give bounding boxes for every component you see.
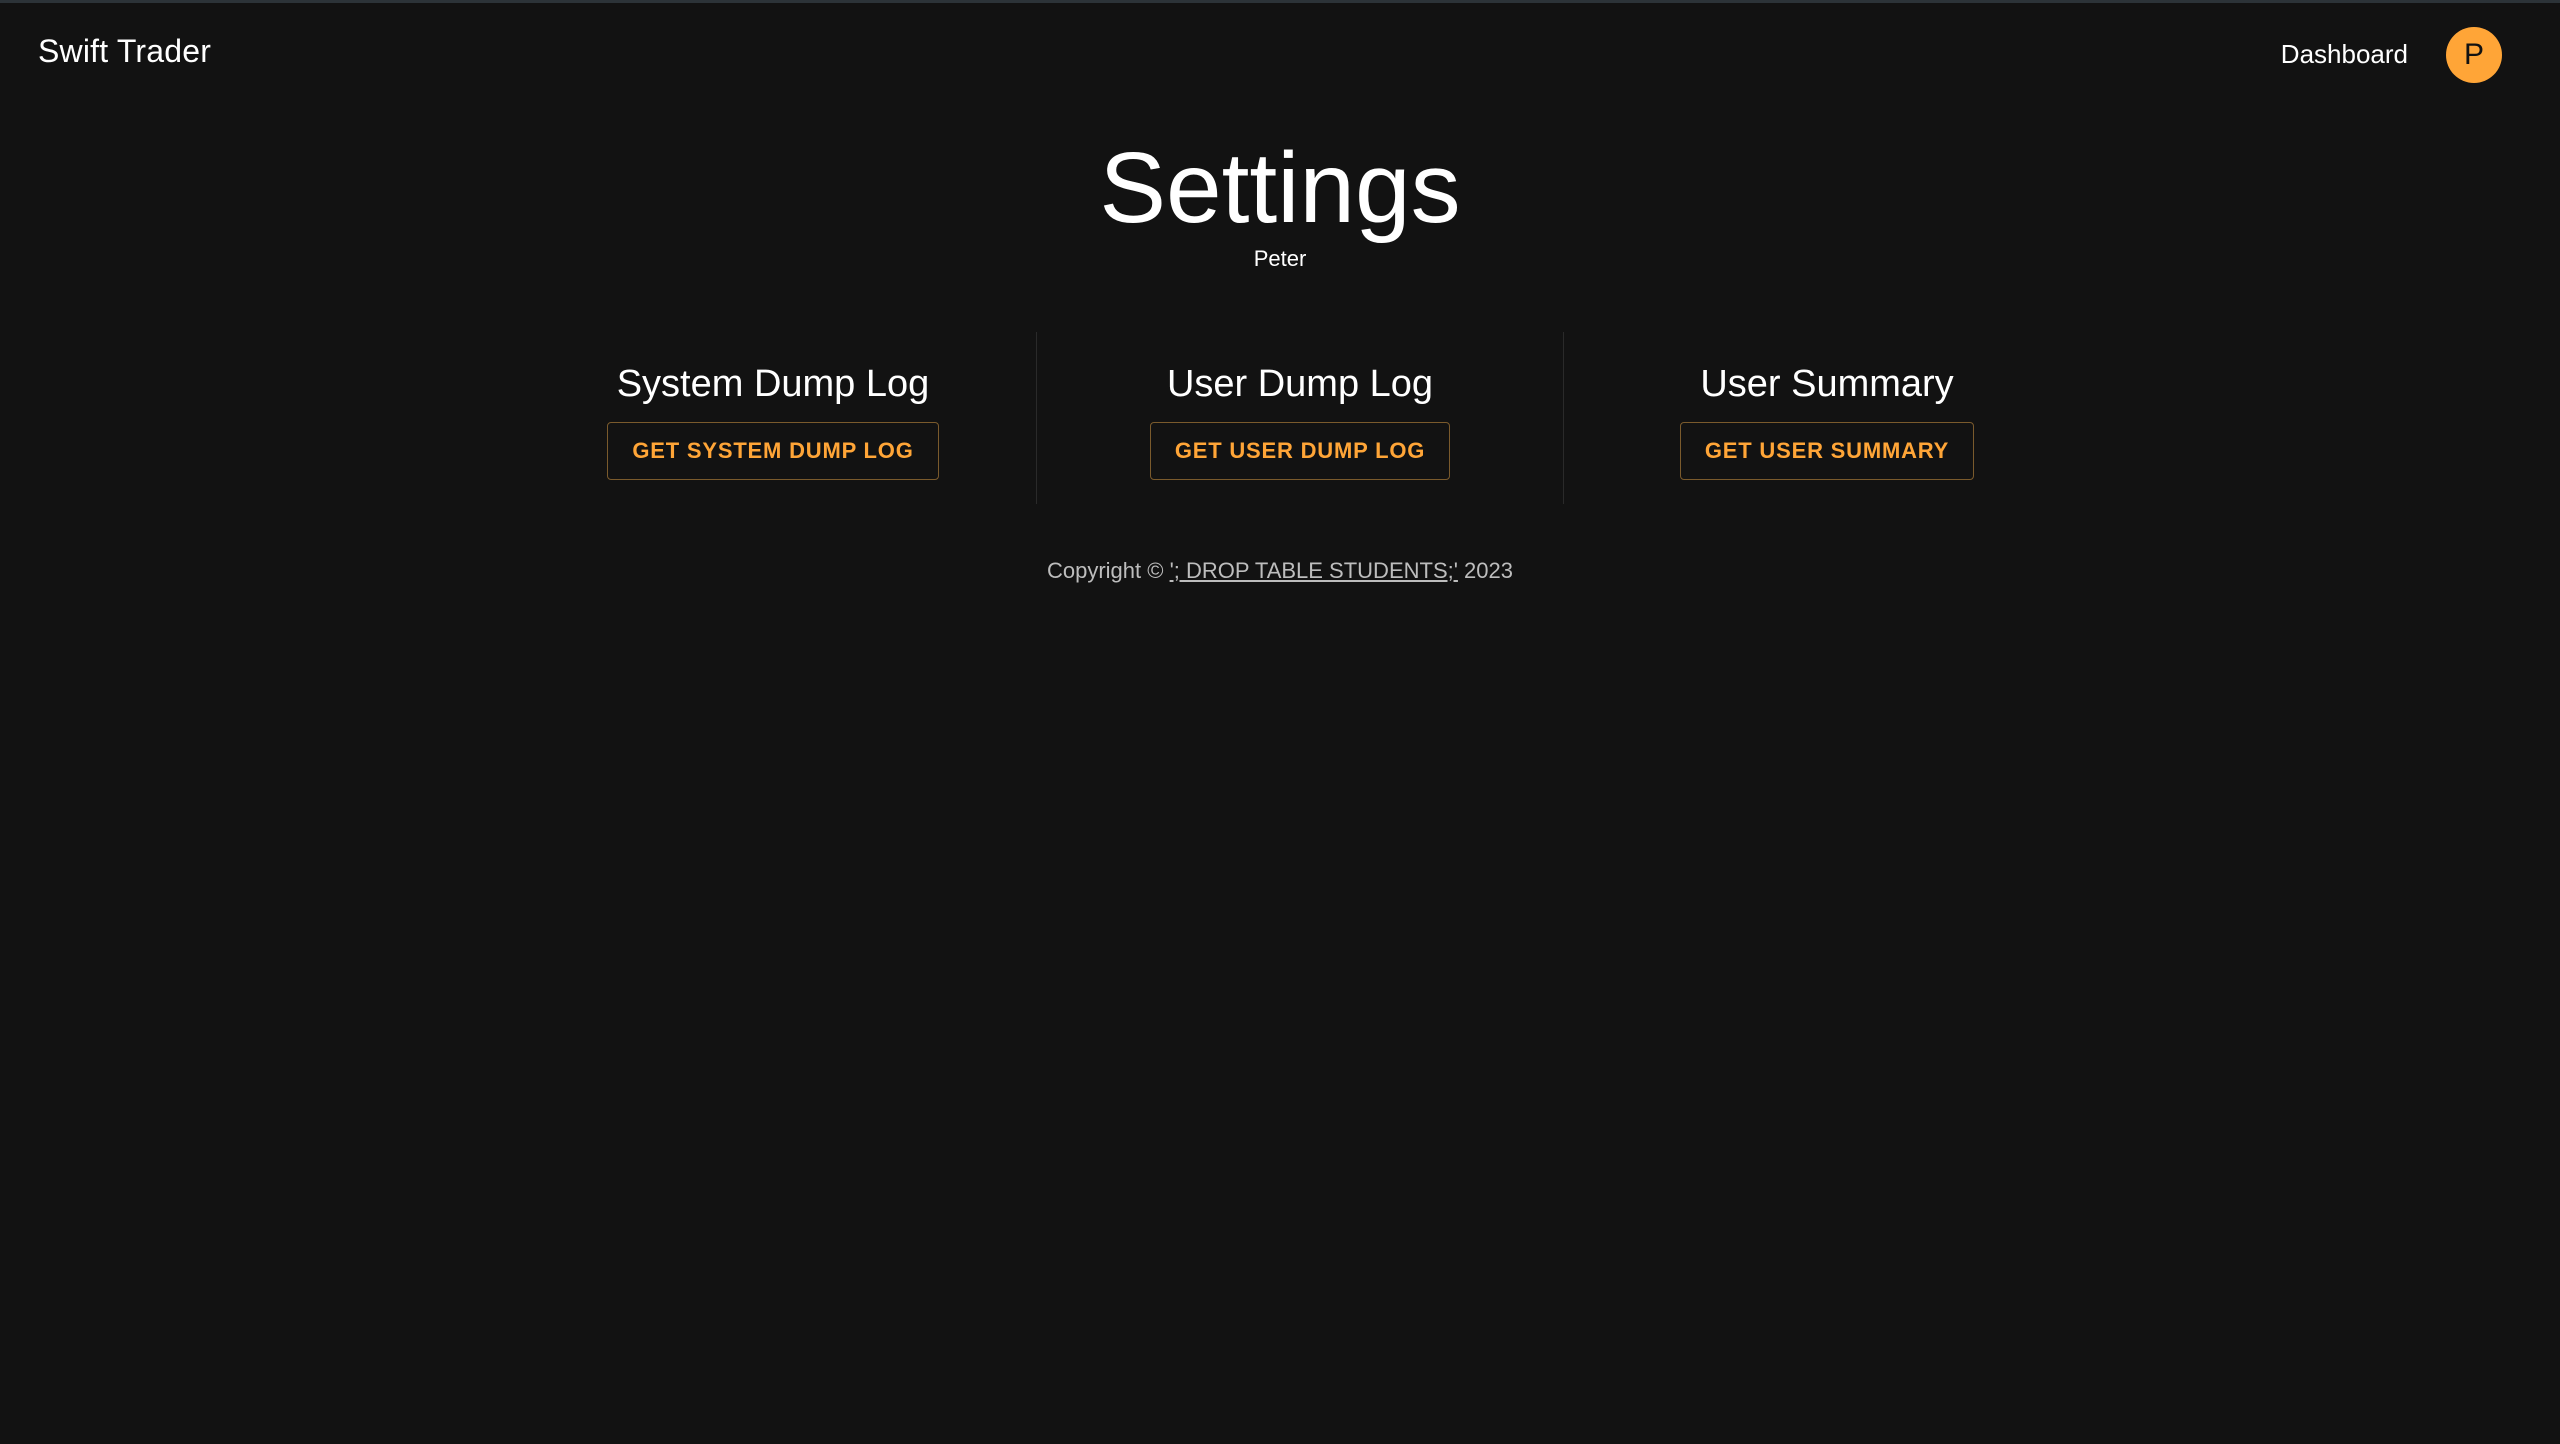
get-user-dump-log-button[interactable]: GET USER DUMP LOG bbox=[1149, 422, 1451, 480]
page-subtitle-username: Peter bbox=[1253, 246, 1307, 271]
copyright-prefix: Copyright © bbox=[1046, 558, 1170, 583]
get-user-summary-button[interactable]: GET USER SUMMARY bbox=[1679, 422, 1975, 480]
avatar-initial: P bbox=[2463, 38, 2484, 71]
panel-heading: User Dump Log bbox=[1166, 363, 1434, 405]
copyright-year: 2023 bbox=[1457, 558, 1513, 583]
user-avatar[interactable]: P bbox=[2446, 27, 2502, 83]
settings-panels: System Dump Log GET SYSTEM DUMP LOG User… bbox=[510, 332, 2090, 504]
panel-heading: User Summary bbox=[1700, 363, 1954, 405]
get-system-dump-log-button[interactable]: GET SYSTEM DUMP LOG bbox=[607, 422, 939, 480]
brand-title[interactable]: Swift Trader bbox=[38, 33, 211, 70]
panel-system-dump-log: System Dump Log GET SYSTEM DUMP LOG bbox=[510, 332, 1036, 504]
panel-user-dump-log: User Dump Log GET USER DUMP LOG bbox=[1037, 332, 1563, 504]
panel-heading: System Dump Log bbox=[616, 363, 930, 405]
nav-link-dashboard[interactable]: Dashboard bbox=[2281, 39, 2408, 70]
footer-copyright: Copyright © '; DROP TABLE STUDENTS;' 202… bbox=[0, 558, 2560, 584]
navbar: Swift Trader Dashboard P bbox=[0, 3, 2560, 103]
copyright-link[interactable]: '; DROP TABLE STUDENTS;' bbox=[1170, 558, 1458, 583]
page-title: Settings bbox=[1099, 132, 1461, 244]
panel-user-summary: User Summary GET USER SUMMARY bbox=[1564, 332, 2090, 504]
